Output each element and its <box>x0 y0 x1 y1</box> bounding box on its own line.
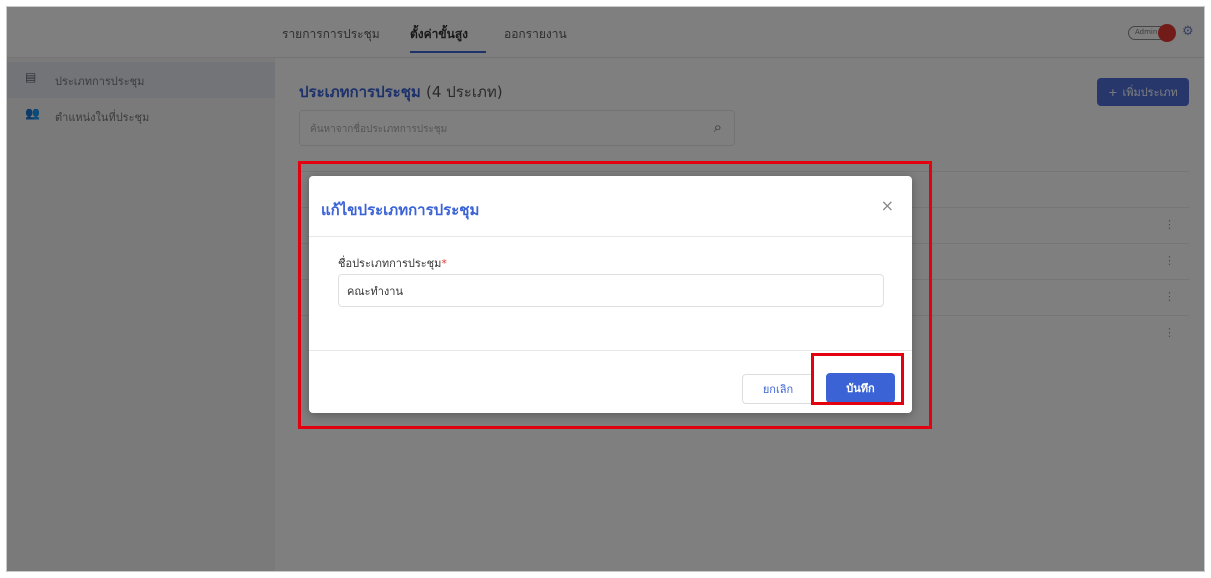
meeting-type-name-input[interactable] <box>338 274 884 307</box>
app-window: รายการการประชุม ตั้งค่าขั้นสูง ออกรายงาน… <box>6 6 1205 572</box>
save-button-highlight-box <box>811 353 904 405</box>
meeting-type-name-label: ชื่อประเภทการประชุม* <box>338 254 447 272</box>
dialog-title: แก้ไขประเภทการประชุม <box>321 201 480 219</box>
dialog-header: แก้ไขประเภทการประชุม × <box>309 176 912 237</box>
required-mark: * <box>441 257 447 270</box>
field-label-text: ชื่อประเภทการประชุม <box>338 257 442 270</box>
close-icon[interactable]: × <box>881 196 894 215</box>
cancel-button[interactable]: ยกเลิก <box>742 374 814 404</box>
